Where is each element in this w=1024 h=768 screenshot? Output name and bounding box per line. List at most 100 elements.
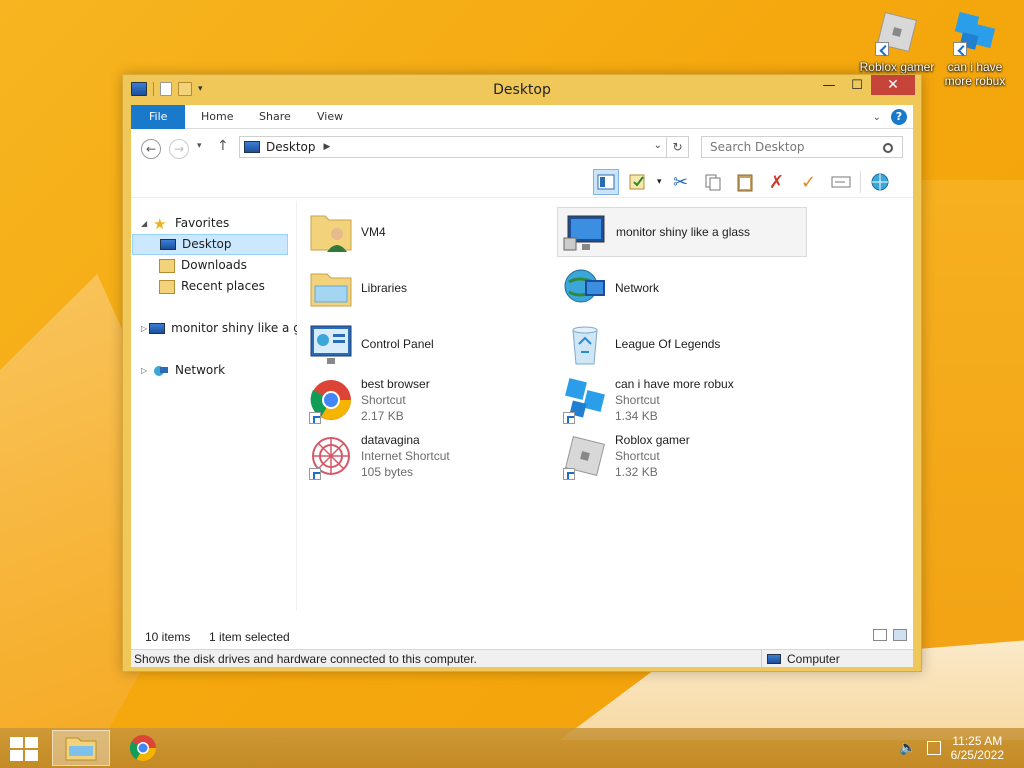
refresh-icon[interactable]: ↻ [666,137,688,157]
item-vm4[interactable]: VM4 [303,207,553,257]
window-title: Desktop [493,82,551,98]
network-globe-icon[interactable] [867,169,893,195]
shortcut-arrow-icon [875,42,889,56]
item-best-browser[interactable]: best browser Shortcut 2.17 KB [303,375,553,425]
close-button[interactable]: ✕ [871,75,915,95]
details-view-icon[interactable] [873,629,887,641]
desktop-icon-label: Roblox gamer [859,60,935,74]
navigation-pane: ◢ ★ Favorites Desktop Downloads Recent p… [131,201,297,611]
roblox-icon [873,8,921,56]
cut-icon[interactable]: ✂ [668,169,694,195]
system-tray: 🔈 11:25 AM 6/25/2022 [899,734,1004,762]
recent-locations-icon[interactable]: ▾ [197,141,202,151]
item-league-of-legends[interactable]: League Of Legends [557,319,807,369]
expand-arrow-icon[interactable]: ▷ [141,360,151,381]
file-list: VM4 monitor shiny like a glass Libraries [303,201,911,611]
dropdown-icon[interactable]: ▾ [657,177,662,187]
nav-label: Network [175,363,226,377]
desktop-icon-robux[interactable]: can i have more robux [935,8,1015,88]
network-tray-icon[interactable] [926,741,941,755]
back-button[interactable]: ← [141,139,161,159]
nav-item-downloads[interactable]: Downloads [159,255,247,276]
expand-ribbon-icon[interactable]: ⌄ [873,112,881,123]
taskbar: 🔈 11:25 AM 6/25/2022 [0,728,1024,768]
item-name: Roblox gamer [615,433,690,447]
item-size: 1.34 KB [615,409,658,423]
item-name: Control Panel [361,337,434,351]
roblox-studio-icon [561,376,609,424]
nav-item-desktop[interactable]: Desktop [132,234,288,255]
taskbar-chrome[interactable] [114,730,172,766]
view-toggles [873,629,907,641]
shortcut-arrow-icon [309,412,321,424]
command-toolbar: ▾ ✂ ✗ ✓ [593,167,893,197]
item-roblox-gamer[interactable]: Roblox gamer Shortcut 1.32 KB [557,431,807,481]
rename-check-icon[interactable]: ✓ [796,169,822,195]
item-size: 1.32 KB [615,465,658,479]
desktop-icon-roblox-gamer[interactable]: Roblox gamer [857,8,937,74]
maximize-button[interactable]: ☐ [843,75,871,95]
item-can-i-have-more-robux[interactable]: can i have more robux Shortcut 1.34 KB [557,375,807,425]
collapse-arrow-icon[interactable]: ◢ [141,213,151,234]
forward-button[interactable]: → [169,139,189,159]
item-datavagina[interactable]: datavagina Internet Shortcut 105 bytes [303,431,553,481]
minimize-button[interactable]: — [815,75,843,95]
roblox-icon [561,432,609,480]
address-bar[interactable]: Desktop ▶ ⌄ ↻ [239,136,689,158]
user-folder-icon [307,208,355,256]
nav-item-recent-places[interactable]: Recent places [159,276,265,297]
item-count: 10 items [145,630,191,644]
help-button[interactable]: ? [891,109,907,125]
rename-icon[interactable] [828,169,854,195]
item-name: monitor shiny like a glass [616,225,751,239]
item-network[interactable]: Network [557,263,807,313]
nav-label: Downloads [181,258,247,272]
title-bar[interactable]: ▾ Desktop — ☐ ✕ [123,75,921,105]
clock[interactable]: 11:25 AM 6/25/2022 [951,734,1004,762]
tab-home[interactable]: Home [187,105,247,129]
desktop-icon [160,239,176,250]
shortcut-arrow-icon [309,468,321,480]
recent-places-icon [159,279,175,294]
divider [761,650,762,668]
search-input[interactable]: Search Desktop [701,136,903,158]
item-monitor[interactable]: monitor shiny like a glass [557,207,807,257]
star-icon: ★ [153,214,167,233]
nav-label: Recent places [181,279,265,293]
item-name: Network [615,281,660,295]
chrome-icon [129,735,157,762]
expand-arrow-icon[interactable]: ▷ [141,318,147,339]
tab-file[interactable]: File [131,105,186,129]
computer-icon [149,323,166,334]
navigation-bar: ← → ▾ ↑ Desktop ▶ ⌄ ↻ Search Desktop [131,131,913,165]
nav-item-network[interactable]: ▷ Network [141,360,225,381]
properties-check-icon[interactable] [625,169,651,195]
nav-item-computer[interactable]: ▷ monitor shiny like a gl [141,318,297,339]
tab-view[interactable]: View [303,105,357,129]
preview-pane-icon[interactable] [593,169,619,195]
chevron-right-icon[interactable]: ▶ [324,142,331,152]
tab-share[interactable]: Share [245,105,305,129]
delete-icon[interactable]: ✗ [764,169,790,195]
item-size: 2.17 KB [361,409,404,423]
item-type: Shortcut [615,449,660,463]
address-dropdown-icon[interactable]: ⌄ [654,140,662,151]
item-control-panel[interactable]: Control Panel [303,319,553,369]
start-button[interactable] [10,737,38,761]
copy-icon[interactable] [700,169,726,195]
speaker-muted-icon[interactable]: 🔈 [899,740,916,756]
nav-favorites[interactable]: ◢ ★ Favorites [141,213,229,234]
item-libraries[interactable]: Libraries [303,263,553,313]
taskbar-file-explorer[interactable] [52,730,110,766]
item-name: League Of Legends [615,337,721,351]
control-panel-icon [307,320,355,368]
search-icon[interactable] [883,143,893,153]
item-name: best browser [361,377,430,391]
up-arrow-icon[interactable]: ↑ [217,138,229,154]
item-type: Shortcut [615,393,660,407]
clock-time: 11:25 AM [952,734,1003,748]
paste-icon[interactable] [732,169,758,195]
item-type: Shortcut [361,393,406,407]
shortcut-arrow-icon [953,42,967,56]
large-icons-view-icon[interactable] [893,629,907,641]
